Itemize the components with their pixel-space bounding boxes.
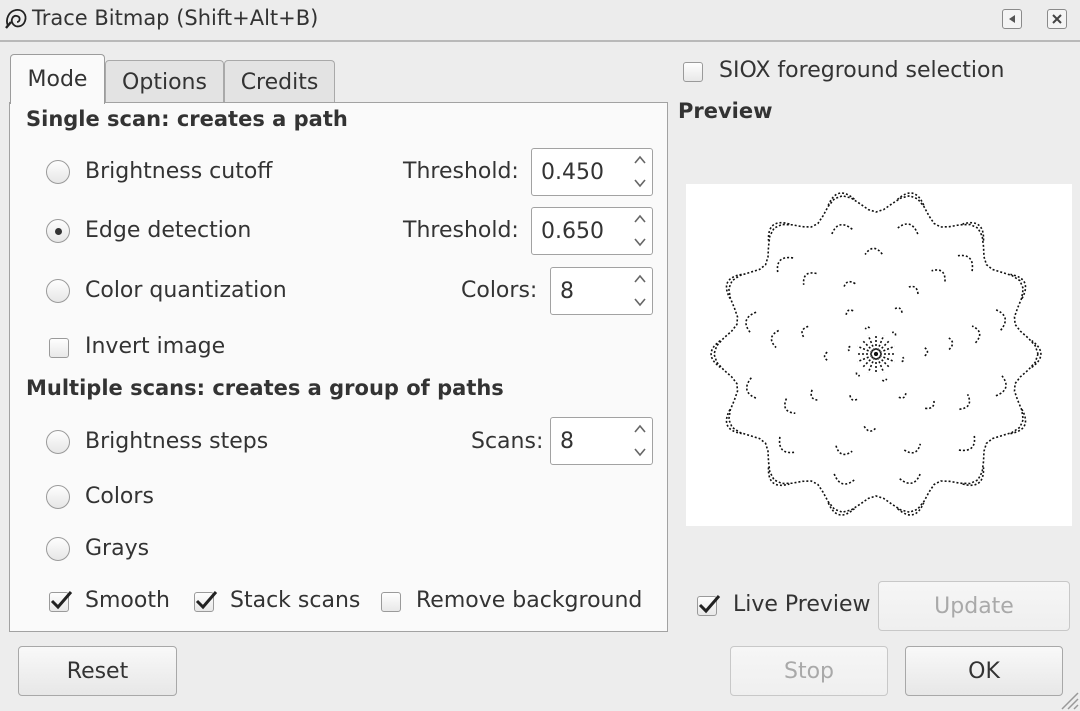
arrow-up-icon[interactable] bbox=[632, 422, 648, 436]
arrow-down-icon[interactable] bbox=[632, 235, 648, 249]
smooth-label: Smooth bbox=[85, 588, 170, 613]
brightness-cutoff-label: Brightness cutoff bbox=[85, 159, 273, 184]
colors-label: Colors bbox=[85, 484, 154, 509]
arrow-down-icon[interactable] bbox=[632, 295, 648, 309]
multiple-scans-heading: Multiple scans: creates a group of paths bbox=[26, 376, 504, 400]
arrow-up-icon[interactable] bbox=[632, 212, 648, 226]
checkmark-icon bbox=[195, 591, 218, 610]
invert-image-label: Invert image bbox=[85, 334, 226, 359]
arrow-up-icon[interactable] bbox=[632, 272, 648, 286]
color-quantization-radio[interactable] bbox=[46, 279, 70, 303]
smooth-checkbox[interactable] bbox=[49, 591, 73, 612]
grays-label: Grays bbox=[85, 536, 150, 561]
restore-button[interactable] bbox=[1002, 9, 1022, 29]
update-button[interactable]: Update bbox=[878, 581, 1070, 631]
colors-count-spinbox[interactable]: 8 bbox=[550, 267, 653, 315]
tab-mode[interactable]: Mode bbox=[10, 54, 105, 104]
brightness-threshold-value: 0.450 bbox=[541, 160, 604, 185]
trace-bitmap-icon bbox=[5, 9, 27, 29]
arrow-down-icon[interactable] bbox=[632, 176, 648, 190]
ok-button[interactable]: OK bbox=[905, 646, 1063, 696]
edge-threshold-value: 0.650 bbox=[541, 219, 604, 244]
preview-heading: Preview bbox=[678, 99, 773, 123]
single-scan-heading: Single scan: creates a path bbox=[26, 107, 348, 131]
siox-label: SIOX foreground selection bbox=[719, 58, 1005, 83]
preview-image bbox=[686, 184, 1072, 526]
checkmark-icon bbox=[50, 591, 73, 610]
remove-background-checkbox[interactable] bbox=[381, 592, 401, 612]
edge-detection-label: Edge detection bbox=[85, 218, 252, 243]
checkmark-icon bbox=[698, 595, 721, 614]
remove-background-label: Remove background bbox=[416, 588, 643, 613]
brightness-cutoff-radio[interactable] bbox=[46, 160, 70, 184]
scans-spinbox[interactable]: 8 bbox=[550, 417, 653, 465]
colors-count-value: 8 bbox=[560, 279, 574, 304]
brightness-steps-label: Brightness steps bbox=[85, 429, 269, 454]
arrow-down-icon[interactable] bbox=[632, 445, 648, 459]
edge-threshold-spinbox[interactable]: 0.650 bbox=[531, 207, 653, 255]
close-button[interactable] bbox=[1047, 9, 1067, 29]
scans-value: 8 bbox=[560, 429, 574, 454]
stop-button[interactable]: Stop bbox=[730, 646, 888, 696]
tab-credits[interactable]: Credits bbox=[224, 60, 335, 104]
colors-radio[interactable] bbox=[46, 485, 70, 509]
scans-label: Scans: bbox=[471, 429, 544, 454]
brightness-threshold-label: Threshold: bbox=[403, 159, 519, 184]
restore-icon bbox=[1009, 15, 1015, 23]
live-preview-label: Live Preview bbox=[733, 592, 871, 617]
title-bar: Trace Bitmap (Shift+Alt+B) bbox=[0, 0, 1080, 42]
reset-button[interactable]: Reset bbox=[18, 646, 177, 696]
brightness-steps-radio[interactable] bbox=[46, 430, 70, 454]
live-preview-checkbox[interactable] bbox=[697, 595, 721, 616]
edge-detection-radio[interactable] bbox=[46, 219, 70, 243]
colors-count-label: Colors: bbox=[461, 278, 538, 303]
tab-options[interactable]: Options bbox=[105, 60, 224, 104]
stack-scans-checkbox[interactable] bbox=[194, 591, 218, 612]
stack-scans-label: Stack scans bbox=[230, 588, 361, 613]
brightness-threshold-spinbox[interactable]: 0.450 bbox=[531, 148, 653, 196]
invert-image-checkbox[interactable] bbox=[49, 338, 69, 358]
edge-threshold-label: Threshold: bbox=[403, 218, 519, 243]
arrow-up-icon[interactable] bbox=[632, 153, 648, 167]
resize-grip-icon[interactable] bbox=[1058, 689, 1080, 711]
window-title: Trace Bitmap (Shift+Alt+B) bbox=[32, 6, 319, 30]
close-icon bbox=[1052, 14, 1062, 24]
siox-checkbox[interactable] bbox=[683, 62, 703, 82]
color-quantization-label: Color quantization bbox=[85, 278, 287, 303]
traced-flower-preview bbox=[710, 192, 1042, 516]
grays-radio[interactable] bbox=[46, 537, 70, 561]
